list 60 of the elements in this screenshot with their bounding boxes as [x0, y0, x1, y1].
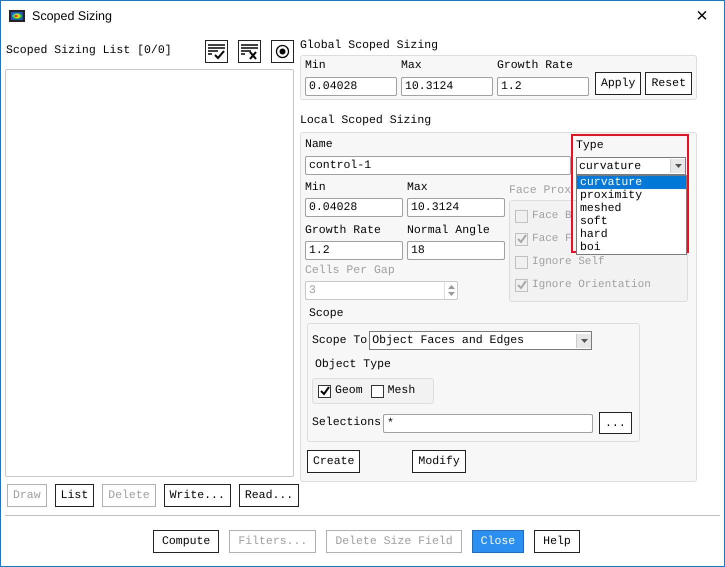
radio-icon-button[interactable]	[271, 40, 294, 62]
checkbox-label: Face B	[532, 209, 572, 223]
input-field[interactable]: 1.2	[496, 77, 589, 96]
spinner-icon	[448, 285, 454, 296]
group-title: Face Prox	[509, 184, 572, 198]
field-label: Growth Rate	[305, 224, 382, 238]
local-action-button[interactable]: Create	[307, 450, 360, 473]
field-label: Normal Angle	[407, 224, 491, 238]
field-label: Cells Per Gap	[305, 264, 396, 278]
local-action-button[interactable]: Modify	[412, 450, 466, 473]
checkbox-label: Mesh	[388, 384, 416, 398]
input-field[interactable]: 10.3124	[407, 198, 505, 217]
input-field[interactable]: *	[383, 414, 594, 432]
caret-icon	[580, 338, 588, 342]
input-field[interactable]: 0.04028	[305, 198, 403, 217]
caret-icon	[674, 164, 682, 168]
global-action-button[interactable]: Apply	[594, 72, 642, 95]
radio-icon	[275, 44, 290, 58]
scope-dropdown[interactable]: Object Faces and Edges	[369, 331, 592, 350]
field-label: Name	[305, 138, 334, 152]
input-field[interactable]: 18	[407, 241, 505, 260]
list-action-button[interactable]: Write...	[164, 484, 231, 507]
checkbox[interactable]	[370, 384, 384, 398]
checkbox-label: Face F	[532, 232, 572, 246]
input-field[interactable]: 0.04028	[305, 77, 397, 96]
field-label: Max	[400, 59, 423, 73]
section-title: Global Scoped Sizing	[300, 39, 440, 53]
input-field[interactable]: 1.2	[305, 241, 403, 260]
group-title: Object Type	[314, 358, 392, 372]
list-title: Scoped Sizing List [0/0]	[5, 44, 173, 58]
dropdown-option[interactable]: curvature	[577, 176, 686, 189]
checkbox-label: Ignore Self	[532, 255, 605, 269]
field-label: Max	[407, 181, 429, 195]
field-label: Growth Rate	[496, 59, 574, 73]
checkbox-label: Geom	[335, 384, 363, 398]
field-label: Scope To	[312, 334, 368, 348]
field-label: Min	[305, 59, 327, 73]
footer-button[interactable]: Compute	[153, 530, 220, 553]
field-label: Selections	[312, 416, 382, 430]
deselect-all-button[interactable]	[238, 40, 261, 62]
app-icon	[9, 10, 25, 22]
browse-button[interactable]: ...	[599, 412, 632, 434]
input-field[interactable]: 10.3124	[400, 77, 493, 96]
close-button[interactable]: ×	[680, 1, 724, 31]
list-cross-icon	[240, 42, 259, 60]
window-title: Scoped Sizing	[32, 9, 113, 23]
field-label: Min	[305, 181, 327, 195]
list-check-icon	[207, 42, 226, 60]
checkbox-label: Ignore Orientation	[532, 278, 651, 292]
section-title: Local Scoped Sizing	[300, 114, 432, 128]
field-label: Type	[576, 139, 605, 153]
input-field[interactable]: control-1	[305, 156, 571, 175]
type-dropdown[interactable]: curvature	[576, 157, 686, 175]
group-title: Scope	[308, 307, 345, 321]
global-action-button[interactable]: Reset	[645, 72, 692, 95]
footer-button[interactable]: Help	[534, 530, 580, 553]
list-action-button[interactable]: Read...	[238, 484, 300, 507]
select-all-button[interactable]	[205, 40, 228, 62]
checkbox[interactable]	[318, 384, 331, 398]
list-action-button[interactable]: List	[54, 484, 94, 507]
